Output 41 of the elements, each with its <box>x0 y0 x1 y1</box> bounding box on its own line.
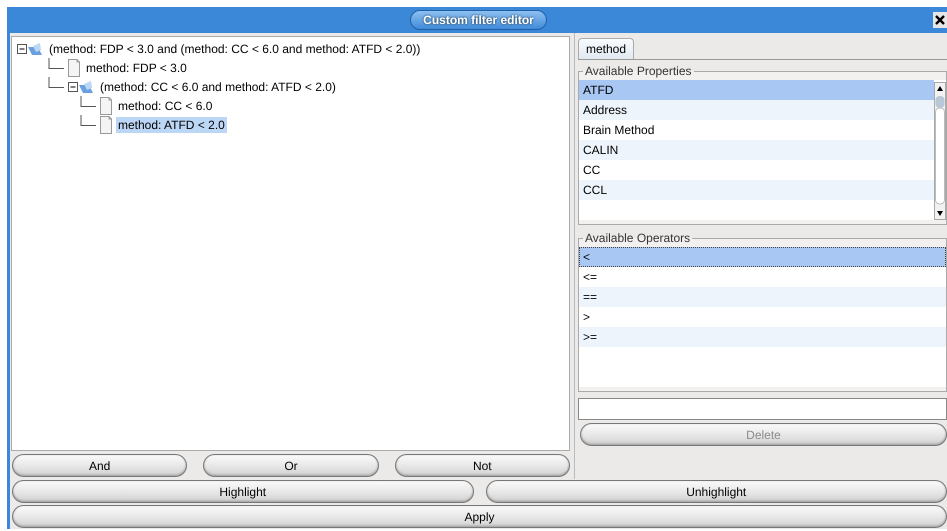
document-icon <box>99 96 113 114</box>
tree-item[interactable]: (method: FDP < 3.0 and (method: CC < 6.0 and method: ATFD < 2.0)) <box>47 40 422 56</box>
group-title: Available Operators <box>584 231 692 245</box>
logic-button[interactable]: Not <box>394 454 570 477</box>
tree-line <box>80 96 96 107</box>
folder-icon <box>79 80 95 94</box>
property-item[interactable]: CALIN <box>579 140 934 160</box>
tab[interactable]: method <box>578 38 634 59</box>
close-icon <box>935 15 945 25</box>
collapse-toggle-icon[interactable] <box>67 80 79 92</box>
tree-line <box>48 77 64 88</box>
property-item[interactable]: Address <box>579 100 934 120</box>
close-button[interactable] <box>933 12 947 28</box>
tree-line <box>48 58 64 69</box>
tree-item[interactable]: (method: CC < 6.0 and method: ATFD < 2.0) <box>98 78 338 94</box>
property-item[interactable]: CCL <box>579 180 934 200</box>
operator-item[interactable]: >= <box>579 327 946 347</box>
operator-item[interactable]: > <box>579 307 946 327</box>
logic-button[interactable]: And <box>12 454 188 477</box>
scrollbar[interactable] <box>934 82 946 220</box>
operator-item[interactable]: <= <box>579 267 946 287</box>
value-field[interactable] <box>578 398 947 420</box>
folder-icon <box>28 42 44 56</box>
logic-button[interactable]: Or <box>203 454 379 477</box>
window-title: Custom filter editor <box>410 10 547 30</box>
property-item[interactable]: Brain Method <box>579 120 934 140</box>
tree-item[interactable]: method: FDP < 3.0 <box>84 60 189 76</box>
property-item[interactable]: CC <box>579 160 934 180</box>
document-icon <box>67 58 81 76</box>
document-icon <box>99 116 113 134</box>
operator-item[interactable]: == <box>579 287 946 307</box>
operator-item[interactable]: < <box>579 247 946 267</box>
tree-item[interactable]: method: CC < 6.0 <box>116 98 214 114</box>
property-item[interactable]: ATFD <box>579 80 934 100</box>
highlight-button[interactable]: Highlight <box>12 480 474 503</box>
apply-button[interactable]: Apply <box>12 505 947 528</box>
tree-item[interactable]: method: ATFD < 2.0 <box>116 116 227 132</box>
collapse-toggle-icon[interactable] <box>16 42 28 54</box>
highlight-button[interactable]: Unhighlight <box>486 480 947 503</box>
tree-line <box>80 115 96 126</box>
group-title: Available Properties <box>584 64 693 78</box>
